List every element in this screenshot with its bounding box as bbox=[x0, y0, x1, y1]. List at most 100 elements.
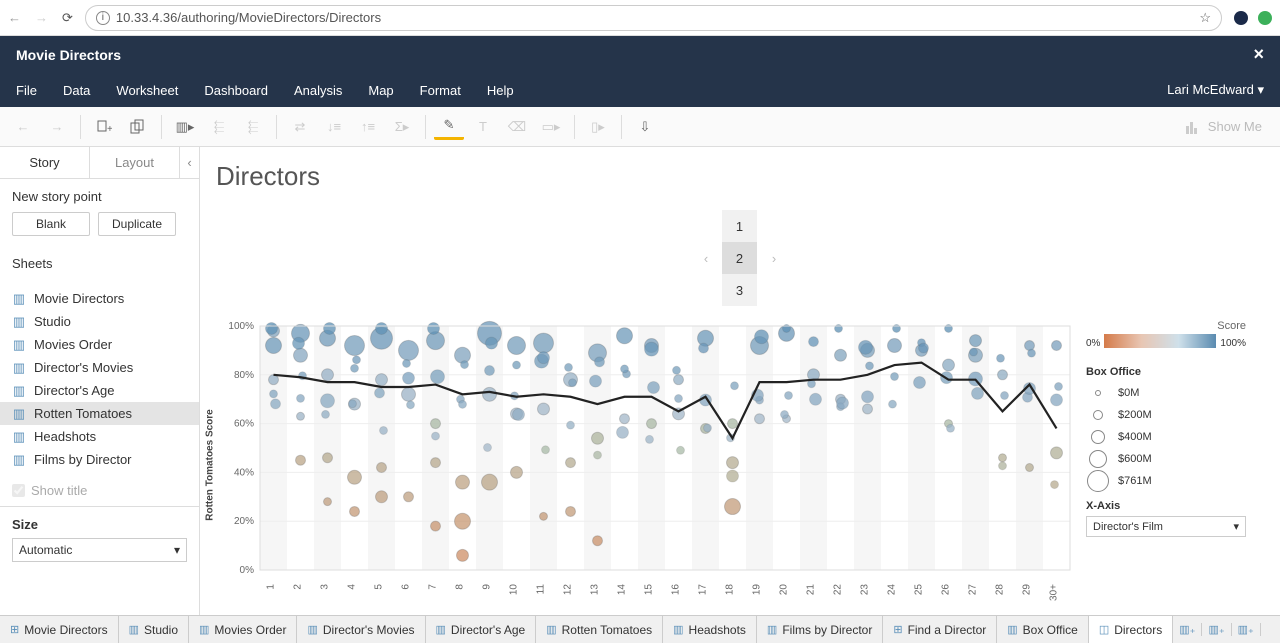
sheet-item[interactable]: ▥Director's Movies bbox=[0, 356, 199, 379]
new-worksheet-button[interactable]: + bbox=[89, 112, 119, 142]
sort-desc-button[interactable]: ⬱ bbox=[238, 112, 268, 142]
duplicate-button[interactable] bbox=[123, 112, 153, 142]
new-sheet-button[interactable]: ▥₊ bbox=[1173, 623, 1202, 636]
toolbar: ← → + ▥▸ ⬱ ⬱ ⇄ ↓≡ ↑≡ Σ▸ ✎ T ⌫ ▭▸ ▯▸ ⇩ Sh… bbox=[0, 107, 1280, 147]
sheet-item[interactable]: ▥Films by Director bbox=[0, 448, 199, 471]
sheet-item[interactable]: ▥Studio bbox=[0, 310, 199, 333]
menu-map[interactable]: Map bbox=[368, 83, 393, 98]
url-text: 10.33.4.36/authoring/MovieDirectors/Dire… bbox=[116, 10, 381, 25]
svg-text:18: 18 bbox=[725, 584, 736, 596]
side-panel: Story Layout ‹ New story point Blank Dup… bbox=[0, 147, 200, 615]
worksheet-icon: ▥ bbox=[12, 292, 26, 306]
score-legend-title: Score bbox=[1086, 320, 1246, 332]
ws-icon: ▥ bbox=[199, 623, 209, 636]
menu-dashboard[interactable]: Dashboard bbox=[204, 83, 268, 98]
score-gradient[interactable] bbox=[1104, 334, 1216, 348]
menu-worksheet[interactable]: Worksheet bbox=[116, 83, 178, 98]
back-icon[interactable]: ← bbox=[8, 10, 21, 26]
clear-button[interactable]: ⌫ bbox=[502, 112, 532, 142]
text-button[interactable]: T bbox=[468, 112, 498, 142]
user-menu[interactable]: Lari McEdward ▾ bbox=[1167, 82, 1264, 98]
pager-prev[interactable]: ‹ bbox=[692, 251, 720, 266]
show-me-button[interactable]: Show Me bbox=[1186, 119, 1272, 134]
bottom-tab[interactable]: ▥Studio bbox=[119, 616, 189, 643]
svg-text:25: 25 bbox=[914, 584, 925, 596]
svg-text:5: 5 bbox=[374, 584, 385, 590]
menu-data[interactable]: Data bbox=[63, 83, 90, 98]
new-dash-button[interactable]: ▥₊ bbox=[1202, 623, 1231, 636]
bottom-tab[interactable]: ▥Box Office bbox=[997, 616, 1089, 643]
show-title-checkbox[interactable] bbox=[12, 484, 25, 497]
worksheet-icon: ▥ bbox=[12, 361, 26, 375]
sheet-item[interactable]: ▥Movies Order bbox=[0, 333, 199, 356]
svg-text:26: 26 bbox=[941, 584, 952, 596]
bottom-tab[interactable]: ▥Director's Movies bbox=[297, 616, 425, 643]
svg-text:16: 16 bbox=[671, 584, 682, 596]
svg-text:100%: 100% bbox=[228, 321, 254, 332]
duplicate-button-side[interactable]: Duplicate bbox=[98, 212, 176, 236]
bottom-tab[interactable]: ▥Headshots bbox=[663, 616, 757, 643]
bottom-tab[interactable]: ⊞Find a Director bbox=[883, 616, 997, 643]
menu-analysis[interactable]: Analysis bbox=[294, 83, 342, 98]
pager-page-3[interactable]: 3 bbox=[722, 274, 758, 306]
svg-text:9: 9 bbox=[482, 584, 493, 590]
menu-format[interactable]: Format bbox=[420, 83, 461, 98]
sheet-item[interactable]: ▥Rotten Tomatoes bbox=[0, 402, 199, 425]
pager-page-2[interactable]: 2 bbox=[722, 242, 758, 274]
bottom-tab[interactable]: ⊞Movie Directors bbox=[0, 616, 119, 643]
score-max: 100% bbox=[1220, 338, 1246, 349]
svg-text:12: 12 bbox=[563, 584, 574, 596]
collapse-panel-icon[interactable]: ‹ bbox=[179, 147, 199, 178]
size-select[interactable]: Automatic▾ bbox=[12, 538, 187, 562]
ext-icon-1[interactable] bbox=[1234, 11, 1248, 25]
highlight-button[interactable]: ✎ bbox=[434, 114, 464, 140]
svg-text:+: + bbox=[107, 124, 112, 135]
tab-layout[interactable]: Layout bbox=[89, 147, 179, 178]
story-pager: ‹ 123 › bbox=[216, 210, 1264, 306]
sheet-item[interactable]: ▥Director's Age bbox=[0, 379, 199, 402]
svg-text:23: 23 bbox=[860, 584, 871, 596]
site-info-icon[interactable]: i bbox=[96, 11, 110, 25]
bottom-tab[interactable]: ▥Films by Director bbox=[757, 616, 883, 643]
tab-story[interactable]: Story bbox=[0, 147, 89, 178]
bottom-tab[interactable]: ◫Directors bbox=[1089, 616, 1173, 643]
score-min: 0% bbox=[1086, 338, 1100, 349]
menu-file[interactable]: File bbox=[16, 83, 37, 98]
blank-button[interactable]: Blank bbox=[12, 212, 90, 236]
sheet-tabs: ⊞Movie Directors▥Studio▥Movies Order▥Dir… bbox=[0, 615, 1280, 643]
sheet-item[interactable]: ▥Movie Directors bbox=[0, 287, 199, 310]
svg-text:0%: 0% bbox=[240, 565, 255, 576]
sheet-item[interactable]: ▥Headshots bbox=[0, 425, 199, 448]
pager-next[interactable]: › bbox=[760, 251, 788, 266]
presentation-button[interactable]: ▯▸ bbox=[583, 112, 613, 142]
new-data-button[interactable]: ▥▸ bbox=[170, 112, 200, 142]
fit-button[interactable]: ▭▸ bbox=[536, 112, 566, 142]
swap-button[interactable]: ⇄ bbox=[285, 112, 315, 142]
bottom-tab[interactable]: ▥Rotten Tomatoes bbox=[536, 616, 663, 643]
forward-icon[interactable]: → bbox=[35, 10, 48, 26]
menu-help[interactable]: Help bbox=[487, 83, 514, 98]
totals-button[interactable]: Σ▸ bbox=[387, 112, 417, 142]
chart[interactable]: Rotten Tomatoes Score 0%20%40%60%80%100%… bbox=[216, 320, 1076, 610]
size-header: Size bbox=[12, 517, 187, 532]
sort-d-button[interactable]: ↑≡ bbox=[353, 112, 383, 142]
ws-icon: ▥ bbox=[1007, 623, 1017, 636]
xaxis-select[interactable]: Director's Film▾ bbox=[1086, 516, 1246, 537]
close-icon[interactable]: × bbox=[1253, 44, 1264, 65]
bottom-tab[interactable]: ▥Movies Order bbox=[189, 616, 297, 643]
sort-asc-button[interactable]: ⬱ bbox=[204, 112, 234, 142]
new-story-point-label: New story point bbox=[12, 189, 187, 204]
svg-text:11: 11 bbox=[536, 584, 547, 595]
reload-icon[interactable]: ⟳ bbox=[62, 10, 73, 26]
redo-button[interactable]: → bbox=[42, 112, 72, 142]
sort-a-button[interactable]: ↓≡ bbox=[319, 112, 349, 142]
svg-text:27: 27 bbox=[968, 584, 979, 596]
download-button[interactable]: ⇩ bbox=[630, 112, 660, 142]
svg-text:8: 8 bbox=[455, 584, 466, 590]
pager-page-1[interactable]: 1 bbox=[722, 210, 758, 242]
new-story-button[interactable]: ▥₊ bbox=[1232, 623, 1261, 636]
undo-button[interactable]: ← bbox=[8, 112, 38, 142]
ext-icon-2[interactable] bbox=[1258, 11, 1272, 25]
bottom-tab[interactable]: ▥Director's Age bbox=[426, 616, 537, 643]
address-bar[interactable]: i 10.33.4.36/authoring/MovieDirectors/Di… bbox=[85, 5, 1222, 31]
